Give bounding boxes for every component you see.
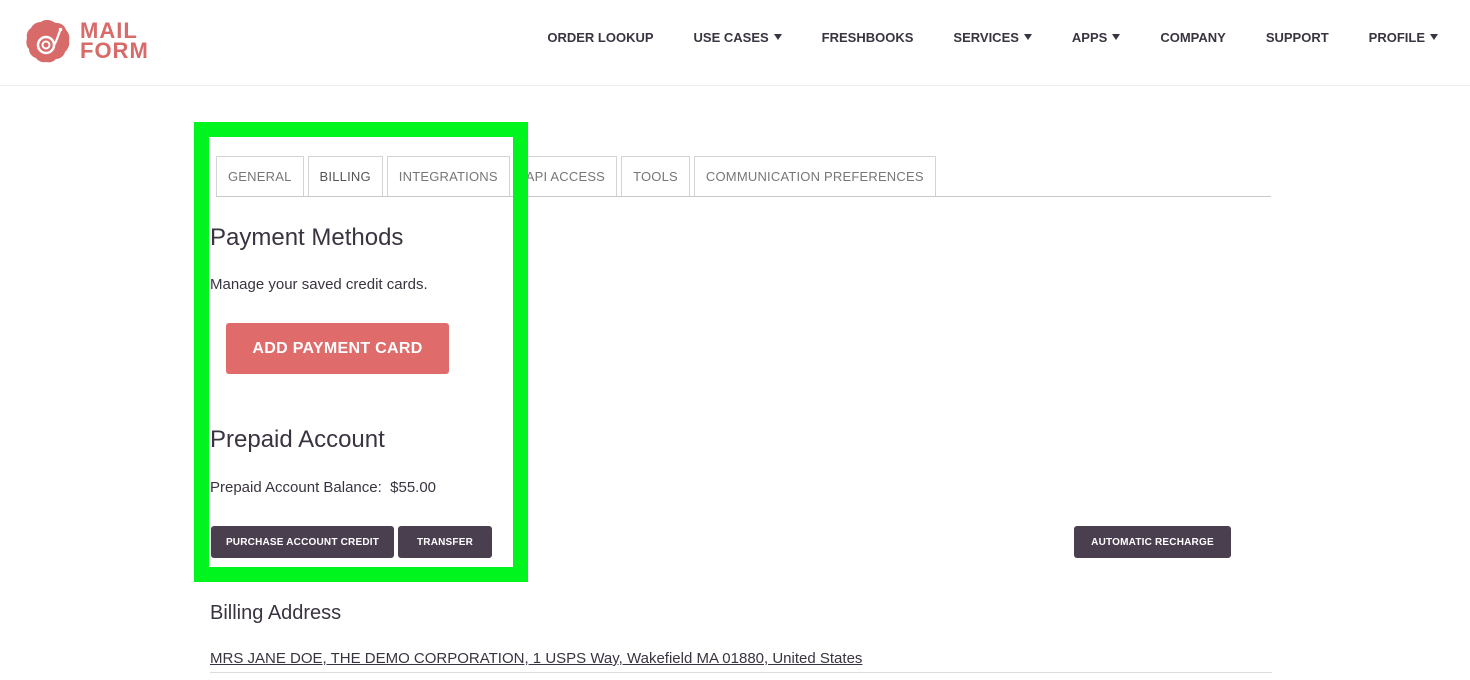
nav-label: SERVICES	[953, 30, 1019, 45]
nav-apps[interactable]: APPS	[1071, 30, 1121, 45]
tab-tools[interactable]: TOOLS	[621, 156, 690, 196]
nav-label: ORDER LOOKUP	[547, 30, 654, 45]
tab-general[interactable]: GENERAL	[216, 156, 304, 196]
prepaid-balance-value: $55.00	[390, 479, 437, 496]
automatic-recharge-button[interactable]: AUTOMATIC RECHARGE	[1074, 526, 1231, 558]
nav-label: USE CASES	[693, 30, 769, 45]
logo-text: MAIL FORM	[80, 20, 149, 63]
settings-tabs: GENERAL BILLING INTEGRATIONS API ACCESS …	[216, 156, 1271, 197]
caret-down-icon	[1430, 33, 1438, 40]
caret-down-icon	[1112, 33, 1121, 40]
prepaid-balance: Prepaid Account Balance: $55.00	[210, 479, 436, 496]
nav-support[interactable]: SUPPORT	[1266, 30, 1329, 45]
nav-label: PROFILE	[1368, 30, 1425, 45]
nav-label: APPS	[1071, 30, 1108, 45]
billing-address-heading: Billing Address	[210, 602, 342, 624]
prepaid-account-heading: Prepaid Account	[210, 426, 385, 453]
add-payment-card-button[interactable]: ADD PAYMENT CARD	[226, 323, 449, 374]
site-header: MAIL FORM ORDER LOOKUP USE CASES FRESHBO…	[0, 0, 1470, 86]
tab-api-access[interactable]: API ACCESS	[513, 156, 618, 196]
nav-freshbooks[interactable]: FRESHBOOKS	[822, 30, 914, 45]
logo-line2: FORM	[80, 38, 149, 63]
main-nav: ORDER LOOKUP USE CASES FRESHBOOKS SERVIC…	[507, 30, 1438, 45]
payment-methods-description: Manage your saved credit cards.	[210, 276, 428, 293]
nav-label: FRESHBOOKS	[821, 30, 914, 45]
nav-label: SUPPORT	[1265, 30, 1329, 45]
nav-label: COMPANY	[1160, 30, 1226, 45]
nav-company[interactable]: COMPANY	[1160, 30, 1225, 45]
billing-address-link[interactable]: MRS JANE DOE, THE DEMO CORPORATION, 1 US…	[210, 650, 862, 667]
tab-billing[interactable]: BILLING	[307, 156, 383, 196]
divider	[210, 672, 1272, 673]
snail-logo-icon	[26, 20, 70, 63]
nav-services[interactable]: SERVICES	[953, 30, 1032, 45]
prepaid-balance-label: Prepaid Account Balance:	[210, 479, 382, 496]
tab-communication-preferences[interactable]: COMMUNICATION PREFERENCES	[693, 156, 936, 196]
transfer-button[interactable]: TRANSFER	[398, 526, 492, 558]
nav-use-cases[interactable]: USE CASES	[694, 30, 782, 45]
payment-methods-heading: Payment Methods	[210, 224, 404, 251]
purchase-account-credit-button[interactable]: PURCHASE ACCOUNT CREDIT	[211, 526, 394, 558]
caret-down-icon	[1023, 33, 1032, 40]
caret-down-icon	[773, 33, 782, 40]
tab-integrations[interactable]: INTEGRATIONS	[386, 156, 510, 196]
mailform-logo[interactable]: MAIL FORM	[24, 16, 149, 66]
nav-order-lookup[interactable]: ORDER LOOKUP	[547, 30, 653, 45]
nav-profile[interactable]: PROFILE	[1369, 30, 1438, 45]
